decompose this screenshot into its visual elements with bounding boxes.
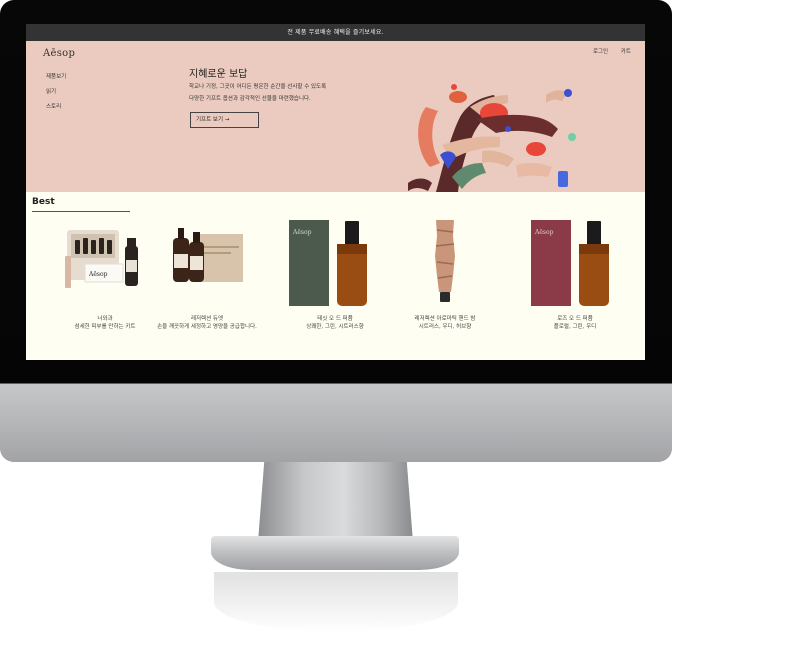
product-card[interactable]: 레저렉션 듀엣 손을 깨끗하게 세정하고 영양을 공급합니다. [147, 216, 267, 356]
hero-title: 지혜로운 보답 [189, 69, 248, 80]
gift-view-button[interactable]: 기프트 보기 → [190, 112, 259, 128]
product-description: 상쾌한, 그린, 시트러스향 [306, 324, 364, 330]
hero-illustration [408, 84, 576, 192]
best-section: Best Aēsop 너와과 섬세한 피부를 만하는 키트 레저렉션 듀엣 손을… [26, 192, 645, 360]
product-card[interactable]: 레저렉션 아로마틱 핸드 밤 시트러스, 우디, 허브향 [385, 216, 505, 356]
monitor-stand-neck [258, 462, 413, 542]
product-description: 시트러스, 우디, 허브향 [418, 324, 472, 330]
product-name: 테싯 오 드 퍼퓸 [317, 316, 353, 322]
product-name: 레저렉션 듀엣 [190, 316, 224, 322]
utility-links: 로그인 카트 [582, 47, 631, 55]
product-image-tacit: Aēsop [289, 220, 367, 306]
product-image-hand-balm [435, 220, 455, 302]
product-description: 손을 깨끗하게 세정하고 영양을 공급합니다. [157, 324, 257, 330]
cart-link[interactable]: 카트 [621, 49, 631, 55]
monitor-chin [0, 384, 672, 462]
product-card[interactable]: Aēsop 로즈 오 드 퍼퓸 플로럴, 그린, 우디 [515, 216, 635, 356]
product-name: 로즈 오 드 퍼퓸 [557, 316, 593, 322]
website-screen: 전 제품 무료배송 혜택을 즐기보세요. Aēsop 제품보기 읽기 스토리 로… [26, 24, 645, 360]
hero-description-line-2: 다양한 기프트 옵션과 감각적인 선물을 마련했습니다. [189, 96, 311, 102]
product-description: 플로럴, 그린, 우디 [553, 324, 597, 330]
product-image-duet [173, 228, 243, 282]
nav-item-products[interactable]: 제품보기 [46, 70, 66, 85]
hero-banner: Aēsop 제품보기 읽기 스토리 로그인 카트 지혜로운 보답 학교나 기정,… [26, 41, 645, 192]
product-card[interactable]: Aēsop 테싯 오 드 퍼퓸 상쾌한, 그린, 시트러스향 [275, 216, 395, 356]
monitor-stand-reflection [214, 572, 458, 632]
product-image-rozu: Aēsop [531, 220, 609, 306]
announcement-bar: 전 제품 무료배송 혜택을 즐기보세요. [26, 24, 645, 41]
monitor-stand-base [211, 536, 459, 570]
svg-text:Aēsop: Aēsop [88, 271, 108, 278]
best-title: Best [32, 197, 55, 207]
brand-logo[interactable]: Aēsop [43, 48, 75, 59]
login-link[interactable]: 로그인 [593, 49, 608, 55]
best-underline [32, 211, 130, 212]
nav-item-read[interactable]: 읽기 [46, 85, 66, 100]
svg-text:Aēsop: Aēsop [534, 229, 554, 236]
product-name: 레저렉션 아로마틱 핸드 밤 [414, 316, 476, 322]
nav-item-stories[interactable]: 스토리 [46, 100, 66, 115]
main-nav: 제품보기 읽기 스토리 [46, 70, 66, 115]
svg-text:Aēsop: Aēsop [292, 229, 312, 236]
hero-description-line-1: 학교나 기정, 그곳이 어디든 평온한 순간을 선사할 수 있도록 [189, 84, 327, 90]
